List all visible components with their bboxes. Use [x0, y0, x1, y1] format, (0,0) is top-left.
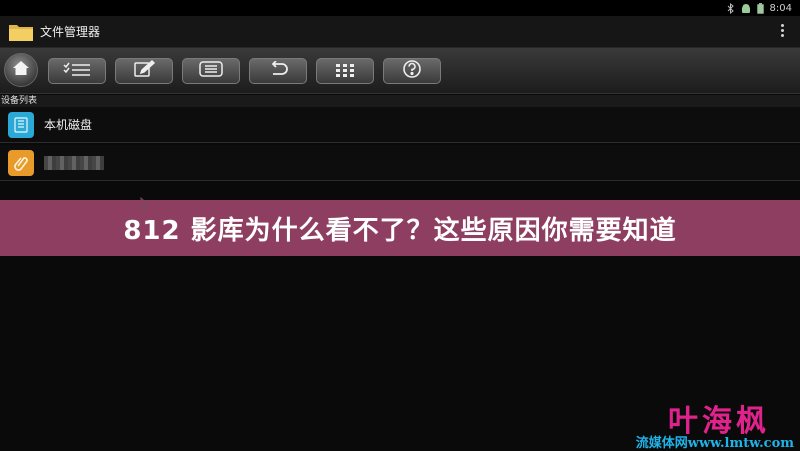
- status-time: 8:04: [769, 2, 792, 14]
- list-view-button[interactable]: [182, 58, 240, 84]
- banner-text: 812 影库为什么看不了？这些原因你需要知道: [123, 215, 677, 246]
- title-banner: 812 影库为什么看不了？这些原因你需要知道: [0, 200, 800, 256]
- folder-icon: [8, 21, 34, 43]
- toolbar: [0, 48, 800, 94]
- grid-icon: [335, 62, 355, 81]
- list-icon: [199, 61, 223, 81]
- select-button[interactable]: [48, 58, 106, 84]
- app-bar: 文件管理器: [0, 16, 800, 48]
- usb-drive-icon: [8, 149, 34, 176]
- mouse-cursor-icon: [140, 196, 151, 215]
- undo-button[interactable]: [249, 58, 307, 84]
- edit-icon: [132, 59, 156, 82]
- undo-icon: [268, 60, 288, 81]
- help-icon: [402, 59, 422, 83]
- status-bar: 8:04: [0, 0, 800, 16]
- list-item-local-disk[interactable]: 本机磁盘: [0, 107, 800, 143]
- disk-icon: [8, 111, 34, 138]
- app-title: 文件管理器: [40, 25, 101, 39]
- bluetooth-icon: [727, 2, 735, 14]
- blurred-device-name: [44, 155, 104, 170]
- overflow-menu-icon[interactable]: [781, 24, 784, 37]
- android-icon: [741, 3, 751, 14]
- check-list-icon: [62, 61, 92, 81]
- device-list-label: 设备列表: [0, 95, 800, 107]
- edit-button[interactable]: [115, 58, 173, 84]
- help-button[interactable]: [383, 58, 441, 84]
- watermark-site: 流媒体网www.lmtw.com: [635, 436, 794, 451]
- home-icon: [11, 59, 31, 81]
- grid-view-button[interactable]: [316, 58, 374, 84]
- list-item-label: 本机磁盘: [44, 118, 93, 132]
- list-item-usb-drive[interactable]: [0, 145, 800, 181]
- battery-icon: [756, 2, 764, 14]
- home-button[interactable]: [4, 53, 38, 87]
